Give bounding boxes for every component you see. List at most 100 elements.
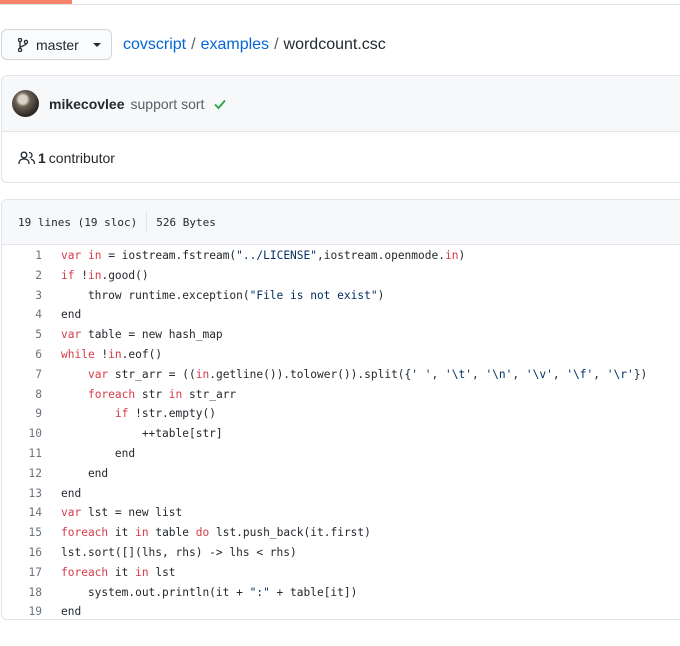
latest-commit-box: mikecovlee support sort 1 contributor (1, 75, 680, 183)
line-number[interactable]: 1 (2, 246, 61, 266)
line-number[interactable]: 2 (2, 266, 61, 286)
code-token: in (195, 367, 210, 381)
code-line: 14 var lst = new list (2, 503, 680, 523)
top-border (0, 0, 680, 5)
line-number[interactable]: 19 (2, 602, 61, 619)
code-token: = iostream.fstream( (101, 249, 237, 262)
code-line: 16 lst.sort([](lhs, rhs) -> lhs < rhs) (2, 543, 680, 563)
active-tab-underline (0, 0, 72, 4)
code-line: 3 throw runtime.exception("File is not e… (2, 286, 680, 306)
code-token: system.out.println(it + (61, 585, 250, 599)
code-text: foreach str in str_arr (61, 385, 236, 405)
code-text: throw runtime.exception("File is not exi… (61, 286, 384, 306)
code-token: '\r' (606, 367, 634, 381)
contributor-label: contributor (48, 150, 115, 166)
code-token: table = new hash_map (81, 328, 223, 342)
contributors-row[interactable]: 1 contributor (2, 132, 680, 184)
line-number[interactable]: 3 (2, 286, 61, 306)
code-token: end (61, 605, 82, 619)
code-token: end (61, 446, 136, 460)
code-token: ":" (249, 585, 270, 599)
code-line: 17 foreach it in lst (2, 563, 680, 583)
code-token: ) (377, 288, 385, 302)
code-line: 5 var table = new hash_map (2, 325, 680, 345)
code-token: , (552, 367, 567, 381)
line-number[interactable]: 14 (2, 503, 61, 523)
line-number[interactable]: 11 (2, 444, 61, 464)
code-token: foreach (87, 387, 136, 401)
line-number[interactable]: 10 (2, 424, 61, 444)
line-number[interactable]: 7 (2, 365, 61, 385)
code-line: 15 foreach it in table do lst.push_back(i… (2, 523, 680, 543)
code-text: while !in.eof() (61, 345, 162, 365)
code-text: end (61, 602, 82, 619)
breadcrumb-separator: / (274, 36, 279, 53)
code-token: ! (94, 347, 109, 361)
code-token: str (135, 387, 169, 401)
check-icon[interactable] (213, 97, 227, 111)
file-line-count: 19 lines (19 sloc) (18, 215, 138, 229)
line-number[interactable]: 17 (2, 563, 61, 583)
line-number[interactable]: 6 (2, 345, 61, 365)
code-token: in (87, 249, 102, 262)
line-number[interactable]: 12 (2, 464, 61, 484)
line-number[interactable]: 16 (2, 543, 61, 563)
code-token: in (135, 526, 149, 540)
branch-select-button[interactable]: master (1, 29, 112, 60)
code-text: if !str.empty() (61, 404, 216, 424)
code-text: var str_arr = ((in.getline()).tolower())… (61, 365, 647, 385)
code-text: ++table[str] (61, 424, 223, 444)
line-number[interactable]: 13 (2, 484, 61, 504)
code-token: ++table[str] (61, 427, 223, 441)
line-number[interactable]: 4 (2, 305, 61, 325)
code-line: 4 end (2, 305, 680, 325)
code-token: var (87, 367, 109, 381)
line-number[interactable]: 15 (2, 523, 61, 543)
code-line: 18 system.out.println(it + ":" + table[i… (2, 583, 680, 603)
divider (146, 212, 148, 232)
code-text: lst.sort([](lhs, rhs) -> lhs < rhs) (61, 543, 297, 563)
code-text: end (61, 444, 135, 464)
line-number[interactable]: 18 (2, 583, 61, 603)
code-line: 8 foreach str in str_arr (2, 385, 680, 405)
code-token: throw runtime.exception( (61, 288, 250, 302)
code-line: 13 end (2, 484, 680, 504)
code-token: var (61, 249, 82, 262)
commit-message-link[interactable]: support sort (131, 96, 205, 112)
line-number[interactable]: 5 (2, 325, 61, 345)
breadcrumb-repo-link[interactable]: covscript (123, 36, 186, 53)
avatar[interactable] (12, 90, 39, 117)
file-info-header: 19 lines (19 sloc) 526 Bytes (2, 200, 680, 245)
commit-header: mikecovlee support sort (2, 76, 680, 132)
breadcrumb-file-name: wordcount.csc (283, 36, 386, 53)
code-token: table (148, 526, 196, 540)
code-token: .getline()).tolower()).split({ (209, 367, 412, 381)
line-number[interactable]: 9 (2, 404, 61, 424)
code-line: 9 if !str.empty() (2, 404, 680, 424)
breadcrumb-folder-link[interactable]: examples (201, 36, 269, 53)
code-line: 10 ++table[str] (2, 424, 680, 444)
commit-author-link[interactable]: mikecovlee (49, 96, 125, 112)
code-token: ' ' (411, 367, 432, 381)
contributor-count: 1 (38, 150, 46, 166)
code-token: end (61, 466, 109, 480)
code-token: foreach (61, 565, 109, 579)
code-token: if (114, 407, 129, 421)
people-icon (18, 151, 36, 165)
code-line: 2 if !in.good() (2, 266, 680, 286)
code-token: , (512, 367, 526, 381)
chevron-down-icon (92, 42, 101, 47)
code-token: lst (148, 565, 176, 579)
code-token: , (593, 367, 607, 381)
git-branch-icon (18, 37, 28, 52)
code-token: '\v' (525, 367, 553, 381)
code-token: in (135, 565, 149, 579)
code-line: 1 var in = iostream.fstream("../LICENSE",… (2, 246, 680, 266)
code-token: in (168, 387, 183, 401)
code-token: str_arr (182, 387, 237, 401)
code-token: , (431, 367, 445, 381)
line-number[interactable]: 8 (2, 385, 61, 405)
